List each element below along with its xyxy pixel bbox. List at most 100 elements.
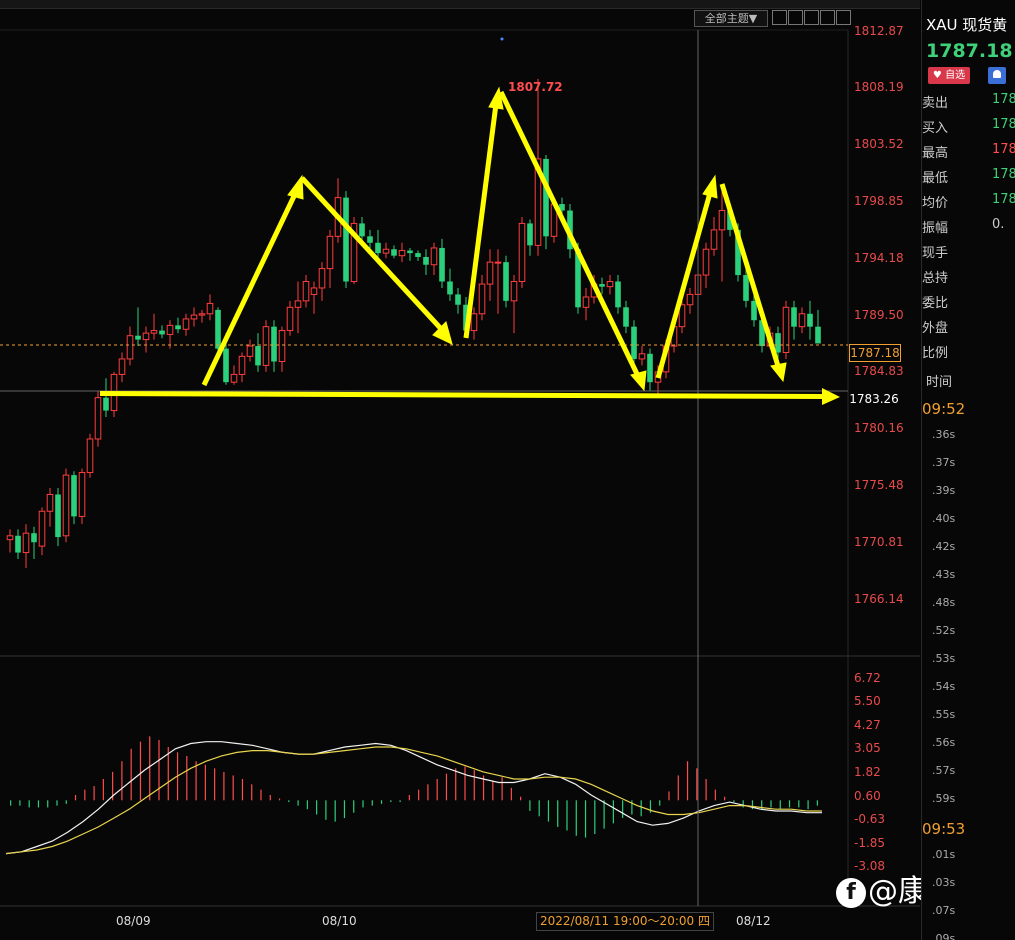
candle-body [455, 294, 461, 305]
tick-time: .03s [932, 876, 956, 889]
arrow-down-1 [300, 176, 446, 334]
candle-body [478, 283, 486, 315]
macd-dif-line [5, 741, 822, 855]
candle-body [391, 249, 397, 256]
candle-body [166, 324, 174, 335]
tick-time: .53s [932, 652, 956, 665]
y-tick-label: 1794.18 [854, 251, 904, 265]
candle-body [710, 229, 718, 250]
arrow-down-2-head [630, 370, 647, 392]
candle-body [215, 309, 221, 349]
time-bottom: 09:53 [922, 820, 966, 838]
candle-body [326, 235, 334, 270]
candle-body [198, 313, 206, 316]
macd-tick-label: 6.72 [854, 671, 881, 685]
candle-body [615, 281, 621, 308]
candle-body [238, 355, 246, 375]
macd-tick-label: 1.82 [854, 765, 881, 779]
quote-row-label: 外盘 [922, 321, 949, 336]
macd-tick-label: 5.50 [854, 694, 881, 708]
macd-layer [5, 736, 822, 855]
candle-body [527, 223, 533, 246]
candle-body [631, 326, 637, 359]
candle-body [775, 333, 781, 353]
candle-body [318, 268, 326, 289]
tool-icon-2[interactable] [788, 10, 803, 25]
quote-row-label: 均价 [922, 196, 949, 211]
candle-body [6, 535, 14, 541]
tool-icon-4[interactable] [820, 10, 835, 25]
candle-body [430, 247, 438, 266]
quote-row-value: 178 [992, 167, 1015, 182]
quote-row-label: 最低 [922, 171, 949, 186]
quote-row-value: 0. [992, 217, 1005, 232]
quote-row-label: 买入 [922, 121, 949, 136]
x-tick-label: 08/10 [322, 914, 357, 928]
macd-tick-label: -0.63 [854, 812, 886, 826]
y-tick-label: 1784.83 [854, 364, 904, 378]
candle-body [510, 281, 518, 302]
quote-row-value: 178 [992, 142, 1015, 157]
tick-time: .40s [932, 512, 956, 525]
candle-body [486, 261, 494, 285]
candle-body [150, 330, 158, 334]
tick-time: .52s [932, 624, 956, 637]
candle-body [518, 222, 526, 283]
candle-body [470, 313, 478, 332]
theme-selector[interactable]: 全部主题▼ [694, 10, 768, 27]
candle-body [375, 242, 381, 254]
tick-time: .09s [932, 932, 956, 940]
peak-price-label: 1807.72 [508, 80, 563, 94]
arrow-down-3-head [770, 362, 787, 383]
tool-icon-5[interactable] [836, 10, 851, 25]
candle-body [86, 438, 94, 474]
candle-body [286, 306, 294, 332]
quote-row: 卖出 178 [922, 92, 1015, 117]
facebook-icon: f [836, 877, 866, 908]
y-tick-label: 1812.87 [854, 24, 904, 38]
candle-body [135, 335, 141, 340]
candle-body [94, 397, 102, 440]
tick-time: .42s [932, 540, 956, 553]
quote-row-value: 178 [992, 92, 1015, 107]
candle-body [103, 397, 109, 411]
candle-body [159, 330, 165, 335]
quote-row-label: 最高 [922, 146, 949, 161]
quote-row: 均价 178 [922, 192, 1015, 217]
quote-row-label: 现手 [922, 246, 949, 261]
favorite-button[interactable]: ♥ 自选 [928, 67, 970, 84]
quote-row-label: 振幅 [922, 221, 949, 236]
candle-body [223, 348, 229, 383]
tick-time: .57s [932, 764, 956, 777]
candle-body [22, 532, 30, 554]
tick-time: .43s [932, 568, 956, 581]
macd-tick-label: 0.60 [854, 789, 881, 803]
quote-row: 最高 178 [922, 142, 1015, 167]
arrow-up-3-head [702, 174, 718, 199]
candle-body [415, 253, 421, 257]
bell-icon[interactable] [988, 67, 1006, 84]
y-tick-label: 1780.16 [854, 421, 904, 435]
tick-time: .59s [932, 792, 956, 805]
candle-body [582, 296, 590, 308]
candle-body [447, 281, 453, 295]
candle-body [71, 475, 77, 517]
tool-icon-1[interactable] [772, 10, 787, 25]
candle-body [118, 358, 126, 375]
grid-layer [0, 29, 920, 907]
quote-row: 外盘 [922, 317, 1015, 342]
candle-body [255, 346, 261, 366]
candle-body [38, 510, 46, 547]
candle-body [175, 325, 181, 330]
quote-row-label: 总持 [922, 271, 949, 286]
tick-time: .36s [932, 428, 956, 441]
y-tick-label: 1808.19 [854, 80, 904, 94]
quote-row-value: 178 [992, 117, 1015, 132]
tool-icon-3[interactable] [804, 10, 819, 25]
candle-body [599, 284, 605, 287]
candle-body [206, 302, 214, 315]
tick-time: .07s [932, 904, 956, 917]
tick-time: .01s [932, 848, 956, 861]
candle-body [439, 247, 445, 282]
quote-row-label: 卖出 [922, 96, 949, 111]
